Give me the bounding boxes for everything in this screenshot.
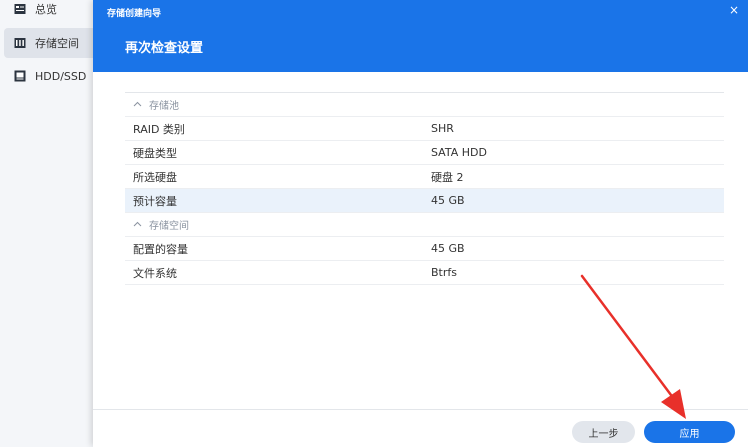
table-row: 文件系统 Btrfs [125, 261, 724, 285]
section-header-volume[interactable]: 存储空间 [125, 213, 724, 237]
section-label: 存储空间 [149, 221, 189, 232]
dialog-header: 存储创建向导 × 再次检查设置 [93, 0, 748, 72]
section-header-storage-pool[interactable]: 存储池 [125, 93, 724, 117]
close-icon[interactable]: × [726, 2, 742, 18]
table-row: 配置的容量 45 GB [125, 237, 724, 261]
storage-icon [14, 38, 26, 48]
sidebar-item-overview[interactable]: 总览 [4, 0, 93, 24]
setting-name: 硬盘类型 [133, 146, 177, 160]
setting-name: 所选硬盘 [133, 170, 177, 184]
setting-value: SATA HDD [431, 146, 487, 159]
sidebar-item-label: 存储空间 [35, 37, 79, 50]
table-row: 预计容量 45 GB [125, 189, 724, 213]
dialog-footer: 上一步 应用 [93, 409, 748, 447]
table-row: 所选硬盘 硬盘 2 [125, 165, 724, 189]
chevron-up-icon [133, 219, 143, 230]
section-label: 存储池 [149, 101, 179, 112]
page-title: 再次检查设置 [125, 41, 204, 56]
setting-name: 预计容量 [133, 194, 177, 208]
setting-value: SHR [431, 122, 454, 135]
overview-icon [14, 4, 26, 14]
setting-name: 配置的容量 [133, 242, 188, 256]
disk-icon [14, 70, 26, 82]
sidebar-item-hdd-ssd[interactable]: HDD/SSD [4, 61, 93, 91]
settings-summary: 存储池 RAID 类别 SHR 硬盘类型 SATA HDD 所选硬盘 硬盘 2 … [125, 92, 724, 285]
table-row: RAID 类别 SHR [125, 117, 724, 141]
apply-button[interactable]: 应用 [644, 421, 735, 443]
sidebar-item-label: HDD/SSD [35, 69, 87, 83]
setting-value: Btrfs [431, 266, 457, 279]
setting-value: 45 GB [431, 194, 465, 207]
sidebar: 总览 存储空间 HDD/SSD [0, 0, 93, 446]
setting-value: 硬盘 2 [431, 170, 464, 184]
storage-wizard-dialog: 存储创建向导 × 再次检查设置 存储池 RAID 类别 SHR 硬盘类型 SAT… [93, 0, 748, 447]
back-button[interactable]: 上一步 [572, 421, 635, 443]
dialog-title: 存储创建向导 [107, 9, 162, 19]
table-row: 硬盘类型 SATA HDD [125, 141, 724, 165]
setting-name: 文件系统 [133, 266, 177, 280]
setting-value: 45 GB [431, 242, 465, 255]
chevron-up-icon [133, 99, 143, 110]
setting-name: RAID 类别 [133, 122, 185, 136]
sidebar-item-label: 总览 [35, 3, 57, 16]
sidebar-item-storage[interactable]: 存储空间 [4, 28, 93, 58]
